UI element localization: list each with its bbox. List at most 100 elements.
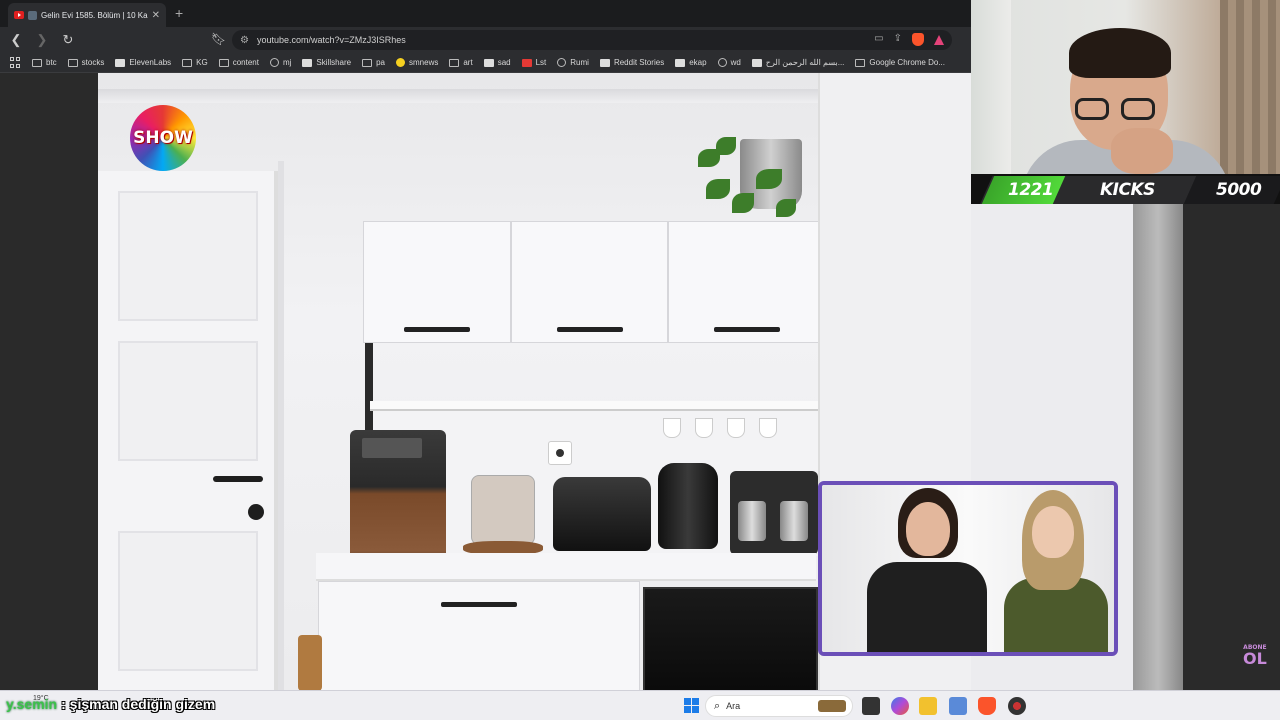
bookmark-label: sad: [497, 58, 511, 67]
screen: Gelin Evi 1585. Bölüm | 10 Ka... ✕ + ❮ ❯…: [0, 0, 1280, 720]
bookmark-label: Skillshare: [316, 58, 352, 67]
share-icon[interactable]: ⇪: [894, 33, 902, 46]
bookmark-label: smnews: [409, 58, 439, 67]
task-view-icon[interactable]: [862, 697, 880, 715]
bookmark-label: pa: [376, 58, 386, 67]
bookmark-10[interactable]: sad: [483, 58, 511, 67]
bookmark-label: stocks: [81, 58, 105, 67]
new-tab-button[interactable]: +: [175, 5, 183, 21]
microwave-oven: [643, 587, 818, 690]
chat-username: y.semin: [6, 696, 58, 712]
bookmark-9[interactable]: art: [449, 58, 473, 67]
apps-grid-icon[interactable]: [10, 56, 22, 69]
bookmark-11[interactable]: Lst: [521, 58, 547, 67]
url-text[interactable]: youtube.com/watch?v=ZMzJ3ISRhes: [257, 35, 406, 45]
globe-icon: [717, 58, 727, 67]
s-logo-icon: [521, 58, 532, 67]
bookmark-label: Lst: [535, 58, 547, 67]
bookmarks-bar: btc stocks ElevenLabs KG content mj Skillshare…: [0, 53, 971, 73]
file-explorer-icon[interactable]: [919, 697, 937, 715]
bookmark-icon[interactable]: 🔖︎: [211, 32, 226, 46]
back-arrow-icon[interactable]: ❮: [6, 30, 26, 50]
bookmark-3[interactable]: KG: [182, 58, 208, 67]
shelf: [370, 401, 818, 411]
bookmark-6[interactable]: Skillshare: [302, 58, 351, 67]
bookmark-13[interactable]: Reddit Stories: [599, 58, 665, 67]
bookmark-7[interactable]: pa: [362, 58, 385, 67]
power-outlet: [548, 441, 572, 465]
windows-start-icon[interactable]: [684, 698, 699, 713]
folder-icon: [182, 58, 193, 67]
bookmark-label: Reddit Stories: [613, 58, 665, 67]
tab-close-icon[interactable]: ✕: [152, 10, 160, 21]
search-placeholder: Ara: [726, 701, 741, 711]
bookmark-8[interactable]: smnews: [396, 58, 438, 67]
bookmark-4[interactable]: content: [218, 58, 259, 67]
kicks-goal: 5000: [1216, 180, 1262, 200]
turkish-coffee-machine: [730, 471, 818, 555]
channel-logo: SHOW: [130, 105, 196, 171]
obs-icon[interactable]: [1008, 697, 1026, 715]
hanging-cups: [663, 418, 777, 438]
webcam-feed: [971, 0, 1280, 174]
active-tab[interactable]: Gelin Evi 1585. Bölüm | 10 Ka... ✕: [8, 3, 166, 27]
kicks-label: KICKS: [1100, 180, 1155, 200]
kettle: [658, 463, 718, 549]
basket: [298, 635, 322, 690]
bookmark-0[interactable]: btc: [32, 58, 57, 67]
address-bar[interactable]: ⚙ youtube.com/watch?v=ZMzJ3ISRhes ▭ ⇪: [232, 30, 952, 50]
bookmark-label: Google Chrome Do...: [869, 58, 945, 67]
bookmark-label: content: [232, 58, 259, 67]
forward-arrow-icon[interactable]: ❯: [32, 30, 52, 50]
bookmark-label: wd: [730, 58, 741, 67]
person-left: [862, 485, 992, 652]
folder-icon: [855, 58, 866, 67]
brave-shields-icon[interactable]: [912, 33, 924, 46]
snipping-tool-icon[interactable]: [949, 697, 967, 715]
subscribe-watermark: ABONE OL: [1243, 644, 1267, 668]
search-highlight-icon: [818, 700, 846, 712]
copilot-icon[interactable]: [891, 697, 909, 715]
bookmark-5[interactable]: mj: [269, 58, 291, 67]
bookmark-17[interactable]: Google Chrome Do...: [855, 58, 945, 67]
upper-cabinet-1: [363, 221, 511, 343]
wall-rail: [98, 89, 818, 103]
bookmark-16[interactable]: بسم الله الرحمن الرح...: [751, 58, 845, 67]
inset-video: [818, 481, 1118, 656]
reload-icon[interactable]: ↻: [58, 30, 78, 50]
egg-jar: [463, 469, 543, 555]
folder-icon: [32, 58, 42, 67]
bookmark-15[interactable]: wd: [717, 58, 741, 67]
chat-overlay: y.semin : şişman dediğin gizem: [6, 696, 215, 712]
toaster: [553, 477, 651, 551]
youtube-icon: [14, 11, 24, 19]
plant: [696, 129, 814, 223]
person-right: [990, 485, 1114, 652]
upper-cabinet-3: [668, 221, 826, 343]
site-settings-icon[interactable]: ⚙: [240, 35, 249, 46]
folder-icon: [67, 58, 78, 67]
taskbar-search[interactable]: ⌕ Ara: [705, 695, 853, 717]
kicks-goal-bar: 1221 KICKS 5000: [980, 176, 1280, 204]
globe-icon: [557, 58, 567, 67]
kicks-count: 1221: [1008, 180, 1054, 200]
chat-message: : şişman dediğin gizem: [61, 696, 216, 712]
bookmark-2[interactable]: ElevenLabs: [115, 58, 171, 67]
github-icon: [269, 58, 279, 67]
door-frame: [278, 161, 284, 690]
bookmark-12[interactable]: Rumi: [557, 58, 589, 67]
tab-title: Gelin Evi 1585. Bölüm | 10 Ka...: [41, 10, 148, 20]
brave-rewards-icon[interactable]: [934, 35, 944, 45]
smiley-icon: [396, 58, 406, 67]
bookmark-14[interactable]: ekap: [675, 58, 707, 67]
address-bar-actions: ▭ ⇪: [874, 33, 944, 46]
folder-icon: [218, 58, 229, 67]
brave-browser-icon[interactable]: [978, 697, 996, 715]
bookmark-1[interactable]: stocks: [67, 58, 105, 67]
d-logo-icon: [599, 58, 610, 67]
bookmark-label: بسم الله الرحمن الرح...: [765, 58, 845, 67]
channel-logo-text: SHOW: [133, 128, 193, 148]
cast-icon[interactable]: ▭: [874, 33, 883, 46]
browser-toolbar: ❮ ❯ ↻ 🔖︎ ⚙ youtube.com/watch?v=ZMzJ3ISRh…: [0, 27, 971, 53]
lower-cabinet: [318, 581, 640, 690]
